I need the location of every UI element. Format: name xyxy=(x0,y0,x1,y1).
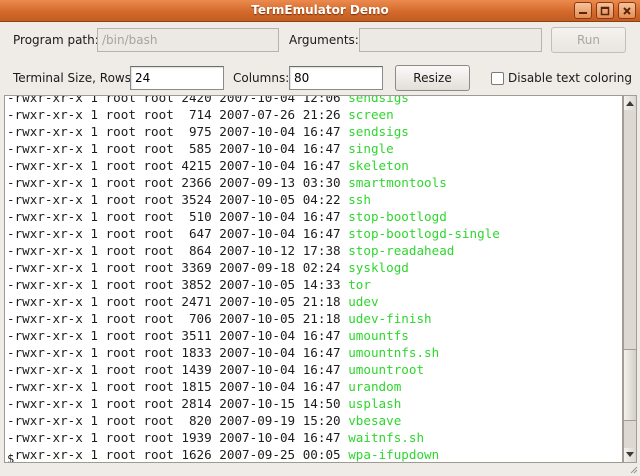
file-name: screen xyxy=(348,107,394,122)
file-name: usplash xyxy=(348,396,402,411)
program-row: Program path: /bin/bash Arguments: Run xyxy=(0,26,640,56)
file-details: -rwxr-xr-x 1 root root 647 2007-10-04 16… xyxy=(7,226,349,241)
terminal-line: -rwxr-xr-x 1 root root 585 2007-10-04 16… xyxy=(7,140,530,157)
minimize-button[interactable] xyxy=(574,2,592,19)
program-path-field[interactable]: /bin/bash xyxy=(97,28,279,52)
file-details: -rwxr-xr-x 1 root root 864 2007-10-12 17… xyxy=(7,243,349,258)
file-name: wpa-ifupdown xyxy=(348,447,440,462)
arguments-label: Arguments: xyxy=(289,33,359,47)
maximize-icon xyxy=(600,6,610,15)
terminal-line: -rwxr-xr-x 1 root root 1439 2007-10-04 1… xyxy=(7,361,530,378)
file-name: sendsigs xyxy=(348,124,409,139)
columns-label: Columns: xyxy=(233,71,290,85)
terminal-lines: -rwxr-xr-x 1 root root 2420 2007-10-04 1… xyxy=(7,95,530,462)
file-details: -rwxr-xr-x 1 root root 714 2007-07-26 21… xyxy=(7,107,349,122)
terminal-line: -rwxr-xr-x 1 root root 1833 2007-10-04 1… xyxy=(7,344,530,361)
file-details: -rwxr-xr-x 1 root root 3369 2007-09-18 0… xyxy=(7,260,349,275)
file-details: -rwxr-xr-x 1 root root 3511 2007-10-04 1… xyxy=(7,328,349,343)
file-details: -rwxr-xr-x 1 root root 706 2007-10-05 21… xyxy=(7,311,349,326)
terminal-line: -rwxr-xr-x 1 root root 510 2007-10-04 16… xyxy=(7,208,530,225)
file-name: ssh xyxy=(348,192,371,207)
file-name: sendsigs xyxy=(348,95,409,105)
file-name: umountfs xyxy=(348,328,409,343)
terminal-line: -rwxr-xr-x 1 root root 4215 2007-10-04 1… xyxy=(7,157,530,174)
columns-field[interactable]: 80 xyxy=(289,66,383,90)
scrollbar-thumb[interactable] xyxy=(624,349,636,421)
disable-coloring-label[interactable]: Disable text coloring xyxy=(508,71,632,85)
maximize-button[interactable] xyxy=(596,2,614,19)
terminal-size-label: Terminal Size, Rows: xyxy=(13,71,136,85)
terminal-scrollbar[interactable] xyxy=(623,95,637,463)
file-details: -rwxr-xr-x 1 root root 820 2007-09-19 15… xyxy=(7,413,349,428)
file-name: vbesave xyxy=(348,413,402,428)
close-icon xyxy=(623,6,631,15)
terminal-line: -rwxr-xr-x 1 root root 714 2007-07-26 21… xyxy=(7,106,530,123)
file-name: smartmontools xyxy=(348,175,447,190)
title-bar: TermEmulator Demo xyxy=(0,0,640,22)
file-name: single xyxy=(348,141,394,156)
file-name: stop-bootlogd-single xyxy=(348,226,500,241)
file-details: -rwxr-xr-x 1 root root 3852 2007-10-05 1… xyxy=(7,277,349,292)
file-details: -rwxr-xr-x 1 root root 2471 2007-10-05 2… xyxy=(7,294,349,309)
terminal-line: -rwxr-xr-x 1 root root 3852 2007-10-05 1… xyxy=(7,276,530,293)
file-name: urandom xyxy=(348,379,402,394)
file-details: -rwxr-xr-x 1 root root 2814 2007-10-15 1… xyxy=(7,396,349,411)
file-name: umountroot xyxy=(348,362,425,377)
window-buttons xyxy=(574,2,636,19)
file-name: sysklogd xyxy=(348,260,409,275)
terminal-line: -rwxr-xr-x 1 root root 820 2007-09-19 15… xyxy=(7,412,530,429)
arrow-down-icon xyxy=(626,452,634,457)
terminal-line: -rwxr-xr-x 1 root root 2420 2007-10-04 1… xyxy=(7,95,530,106)
terminal-line: -rwxr-xr-x 1 root root 1939 2007-10-04 1… xyxy=(7,429,530,446)
terminal-line: -rwxr-xr-x 1 root root 2814 2007-10-15 1… xyxy=(7,395,530,412)
terminal-line: -rwxr-xr-x 1 root root 3524 2007-10-05 0… xyxy=(7,191,530,208)
file-details: -rwxr-xr-x 1 root root 2366 2007-09-13 0… xyxy=(7,175,349,190)
arrow-up-icon xyxy=(626,101,634,106)
file-details: -rwxr-xr-x 1 root root 510 2007-10-04 16… xyxy=(7,209,349,224)
scroll-up-button[interactable] xyxy=(624,96,636,110)
file-name: udev xyxy=(348,294,379,309)
resize-grip-icon[interactable] xyxy=(628,464,638,474)
terminal-size-row: Terminal Size, Rows: 24 Columns: 80 Resi… xyxy=(0,64,640,92)
file-details: -rwxr-xr-x 1 root root 1939 2007-10-04 1… xyxy=(7,430,349,445)
scroll-down-button[interactable] xyxy=(624,448,636,462)
file-details: -rwxr-xr-x 1 root root 1815 2007-10-04 1… xyxy=(7,379,349,394)
file-name: stop-bootlogd xyxy=(348,209,447,224)
minimize-icon xyxy=(579,11,587,14)
file-details: -rwxr-xr-x 1 root root 1833 2007-10-04 1… xyxy=(7,345,349,360)
disable-coloring-checkbox[interactable] xyxy=(491,72,504,85)
arguments-field[interactable] xyxy=(359,28,542,52)
terminal-line: -rwxr-xr-x 1 root root 3511 2007-10-04 1… xyxy=(7,327,530,344)
terminal-line: -rwxr-xr-x 1 root root 864 2007-10-12 17… xyxy=(7,242,530,259)
file-details: -rwxr-xr-x 1 root root 975 2007-10-04 16… xyxy=(7,124,349,139)
file-name: skeleton xyxy=(348,158,409,173)
file-details: -rwxr-xr-x 1 root root 1626 2007-09-25 0… xyxy=(7,447,349,462)
file-details: -rwxr-xr-x 1 root root 585 2007-10-04 16… xyxy=(7,141,349,156)
terminal-line: -rwxr-xr-x 1 root root 647 2007-10-04 16… xyxy=(7,225,530,242)
file-name: umountnfs.sh xyxy=(348,345,440,360)
file-details: -rwxr-xr-x 1 root root 1439 2007-10-04 1… xyxy=(7,362,349,377)
terminal-line: -rwxr-xr-x 1 root root 706 2007-10-05 21… xyxy=(7,310,530,327)
resize-button[interactable]: Resize xyxy=(395,65,470,91)
terminal-line: -rwxr-xr-x 1 root root 2366 2007-09-13 0… xyxy=(7,174,530,191)
file-details: -rwxr-xr-x 1 root root 2420 2007-10-04 1… xyxy=(7,95,349,105)
run-button[interactable]: Run xyxy=(551,27,626,53)
file-details: -rwxr-xr-x 1 root root 4215 2007-10-04 1… xyxy=(7,158,349,173)
file-name: stop-readahead xyxy=(348,243,455,258)
terminal-line: -rwxr-xr-x 1 root root 975 2007-10-04 16… xyxy=(7,123,530,140)
terminal-output[interactable]: -rwxr-xr-x 1 root root 2420 2007-10-04 1… xyxy=(4,95,623,463)
program-path-label: Program path: xyxy=(13,33,99,47)
terminal-line: -rwxr-xr-x 1 root root 2471 2007-10-05 2… xyxy=(7,293,530,310)
window-title: TermEmulator Demo xyxy=(251,3,389,17)
file-name: tor xyxy=(348,277,371,292)
terminal-line: -rwxr-xr-x 1 root root 3369 2007-09-18 0… xyxy=(7,259,530,276)
file-details: -rwxr-xr-x 1 root root 3524 2007-10-05 0… xyxy=(7,192,349,207)
rows-field[interactable]: 24 xyxy=(130,66,224,90)
file-name: waitnfs.sh xyxy=(348,430,425,445)
terminal-line: -rwxr-xr-x 1 root root 1815 2007-10-04 1… xyxy=(7,378,530,395)
terminal-prompt: $ xyxy=(7,452,15,463)
close-button[interactable] xyxy=(618,2,636,19)
terminal-line: -rwxr-xr-x 1 root root 1626 2007-09-25 0… xyxy=(7,446,530,462)
file-name: udev-finish xyxy=(348,311,432,326)
